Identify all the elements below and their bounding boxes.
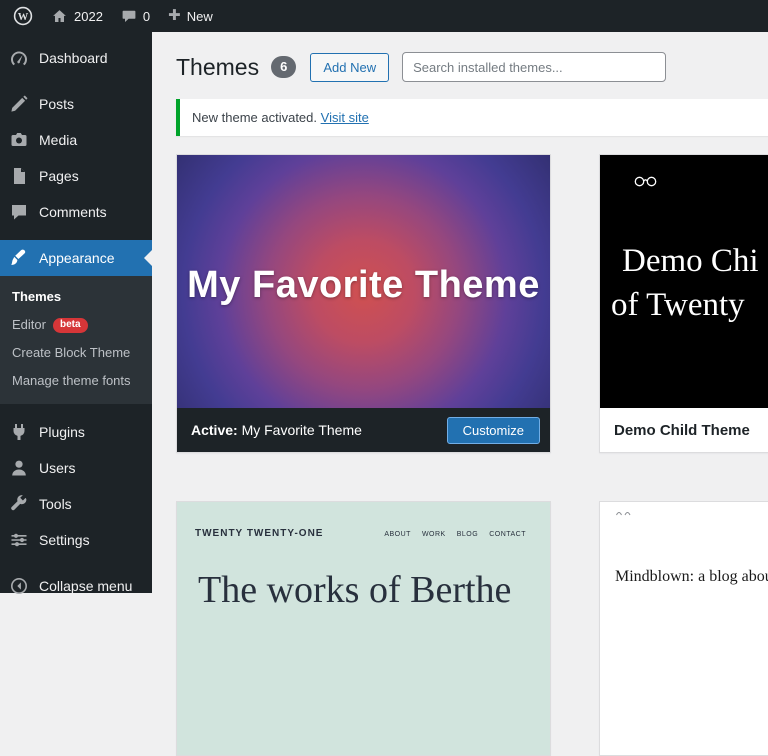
- notice-text: New theme activated.: [192, 110, 317, 125]
- theme-screenshot-twenty-twenty-one[interactable]: TWENTY TWENTY-ONE ABOUT WORK BLOG CONTAC…: [177, 502, 550, 755]
- tools-icon: [9, 494, 29, 514]
- theme-grid: My Favorite Theme Active: My Favorite Th…: [176, 154, 768, 756]
- admin-bar-comments-count: 0: [143, 9, 150, 24]
- plugins-icon: [9, 422, 29, 442]
- admin-bar-new-label: New: [187, 9, 213, 24]
- submenu-item-editor[interactable]: Editor beta: [0, 311, 152, 339]
- submenu-item-manage-theme-fonts[interactable]: Manage theme fonts: [0, 367, 152, 395]
- preview-nav-link: CONTACT: [489, 531, 526, 538]
- page-header: Themes 6 Add New: [176, 52, 768, 82]
- glasses-icon: [634, 175, 657, 188]
- theme-card-twenty-twenty-two: Mindblown: a blog about ph: [599, 501, 768, 756]
- sidebar-item-comments[interactable]: Comments: [0, 194, 152, 230]
- sidebar-item-collapse-menu[interactable]: Collapse menu: [0, 568, 152, 604]
- submenu-label: Create Block Theme: [12, 345, 130, 361]
- appearance-icon: [9, 248, 29, 268]
- theme-name-footer: Demo Child Theme: [600, 408, 768, 452]
- comments-icon: [9, 202, 29, 222]
- visit-site-link[interactable]: Visit site: [321, 110, 369, 125]
- preview-heading: Mindblown: a blog about ph: [615, 568, 768, 586]
- admin-bar-site-link[interactable]: 2022: [42, 0, 112, 32]
- theme-count-badge: 6: [271, 56, 296, 78]
- theme-name: Demo Child Theme: [614, 422, 750, 439]
- submenu-item-create-block-theme[interactable]: Create Block Theme: [0, 339, 152, 367]
- sidebar-item-tools[interactable]: Tools: [0, 486, 152, 522]
- menu-separator: [0, 230, 152, 240]
- sidebar-item-appearance[interactable]: Appearance: [0, 240, 152, 276]
- active-theme-footer: Active: My Favorite Theme Customize: [177, 408, 550, 452]
- add-new-button[interactable]: Add New: [310, 53, 389, 82]
- sidebar-label: Posts: [39, 95, 74, 113]
- sidebar-item-users[interactable]: Users: [0, 450, 152, 486]
- preview-nav-link: ABOUT: [384, 531, 411, 538]
- sidebar-item-settings[interactable]: Settings: [0, 522, 152, 558]
- menu-separator: [0, 404, 152, 414]
- sidebar-label: Plugins: [39, 423, 85, 441]
- sidebar-label: Tools: [39, 495, 72, 513]
- admin-bar-comments[interactable]: 0: [112, 0, 159, 32]
- page-title: Themes: [176, 53, 259, 82]
- sidebar-label: Pages: [39, 167, 79, 185]
- collapse-icon: [9, 576, 29, 596]
- sidebar-label: Appearance: [39, 249, 115, 267]
- preview-nav: ABOUT WORK BLOG CONTACT: [384, 531, 526, 538]
- preview-site-header: TWENTY TWENTY-ONE ABOUT WORK BLOG CONTAC…: [177, 502, 550, 539]
- admin-bar-new[interactable]: ✚ New: [159, 0, 222, 32]
- theme-preview-text: of Twenty: [611, 287, 745, 324]
- comments-bubble-icon: [121, 8, 137, 24]
- theme-card-twenty-twenty-one: TWENTY TWENTY-ONE ABOUT WORK BLOG CONTAC…: [176, 501, 551, 756]
- submenu-item-themes[interactable]: Themes: [0, 283, 152, 311]
- menu-separator: [0, 558, 152, 568]
- theme-screenshot-my-favorite-theme[interactable]: My Favorite Theme: [177, 155, 550, 408]
- decorative-mark-icon: [615, 508, 633, 517]
- plus-icon: ✚: [168, 8, 181, 23]
- submenu-label: Manage theme fonts: [12, 373, 131, 389]
- sidebar-label: Comments: [39, 203, 107, 221]
- preview-nav-link: WORK: [422, 531, 446, 538]
- admin-bar: W 2022 0 ✚ New: [0, 0, 768, 32]
- sidebar-item-media[interactable]: Media: [0, 122, 152, 158]
- theme-preview-title: My Favorite Theme: [187, 256, 540, 307]
- search-input[interactable]: [402, 52, 666, 82]
- media-icon: [9, 130, 29, 150]
- active-theme-name: Active: My Favorite Theme: [191, 422, 362, 438]
- sidebar-item-plugins[interactable]: Plugins: [0, 414, 152, 450]
- preview-heading: The works of Berthe: [198, 568, 511, 612]
- theme-name: My Favorite Theme: [242, 422, 362, 438]
- sidebar-label: Settings: [39, 531, 90, 549]
- sidebar-label: Media: [39, 131, 77, 149]
- sidebar-label: Dashboard: [39, 49, 108, 67]
- active-label: Active:: [191, 422, 238, 438]
- activation-notice: New theme activated. Visit site: [176, 99, 768, 136]
- wordpress-logo-icon[interactable]: W: [4, 0, 42, 32]
- theme-preview-text: Demo Chi: [622, 243, 759, 280]
- dashboard-icon: [9, 48, 29, 68]
- menu-separator: [0, 76, 152, 86]
- svg-text:W: W: [18, 12, 29, 23]
- main-content: Themes 6 Add New New theme activated. Vi…: [152, 32, 768, 593]
- preview-nav-link: BLOG: [457, 531, 478, 538]
- submenu-label: Editor: [12, 317, 46, 333]
- appearance-submenu: Themes Editor beta Create Block Theme Ma…: [0, 276, 152, 404]
- beta-badge: beta: [53, 318, 88, 333]
- users-icon: [9, 458, 29, 478]
- sidebar-item-dashboard[interactable]: Dashboard: [0, 40, 152, 76]
- sidebar-item-pages[interactable]: Pages: [0, 158, 152, 194]
- theme-screenshot-twenty-twenty-two[interactable]: Mindblown: a blog about ph: [600, 502, 768, 755]
- admin-sidebar: Dashboard Posts Media Pages Comments: [0, 32, 152, 593]
- customize-button[interactable]: Customize: [447, 417, 540, 444]
- theme-card-demo-child-theme: Demo Chi of Twenty Demo Child Theme: [599, 154, 768, 453]
- sidebar-label: Users: [39, 459, 76, 477]
- settings-icon: [9, 530, 29, 550]
- pages-icon: [9, 166, 29, 186]
- home-icon: [51, 8, 68, 25]
- posts-icon: [9, 94, 29, 114]
- sidebar-label: Collapse menu: [39, 577, 132, 595]
- preview-site-title: TWENTY TWENTY-ONE: [195, 528, 323, 539]
- theme-card-my-favorite-theme: My Favorite Theme Active: My Favorite Th…: [176, 154, 551, 453]
- submenu-label: Themes: [12, 289, 61, 305]
- admin-bar-site-name: 2022: [74, 9, 103, 24]
- sidebar-item-posts[interactable]: Posts: [0, 86, 152, 122]
- theme-screenshot-demo-child-theme[interactable]: Demo Chi of Twenty: [600, 155, 768, 408]
